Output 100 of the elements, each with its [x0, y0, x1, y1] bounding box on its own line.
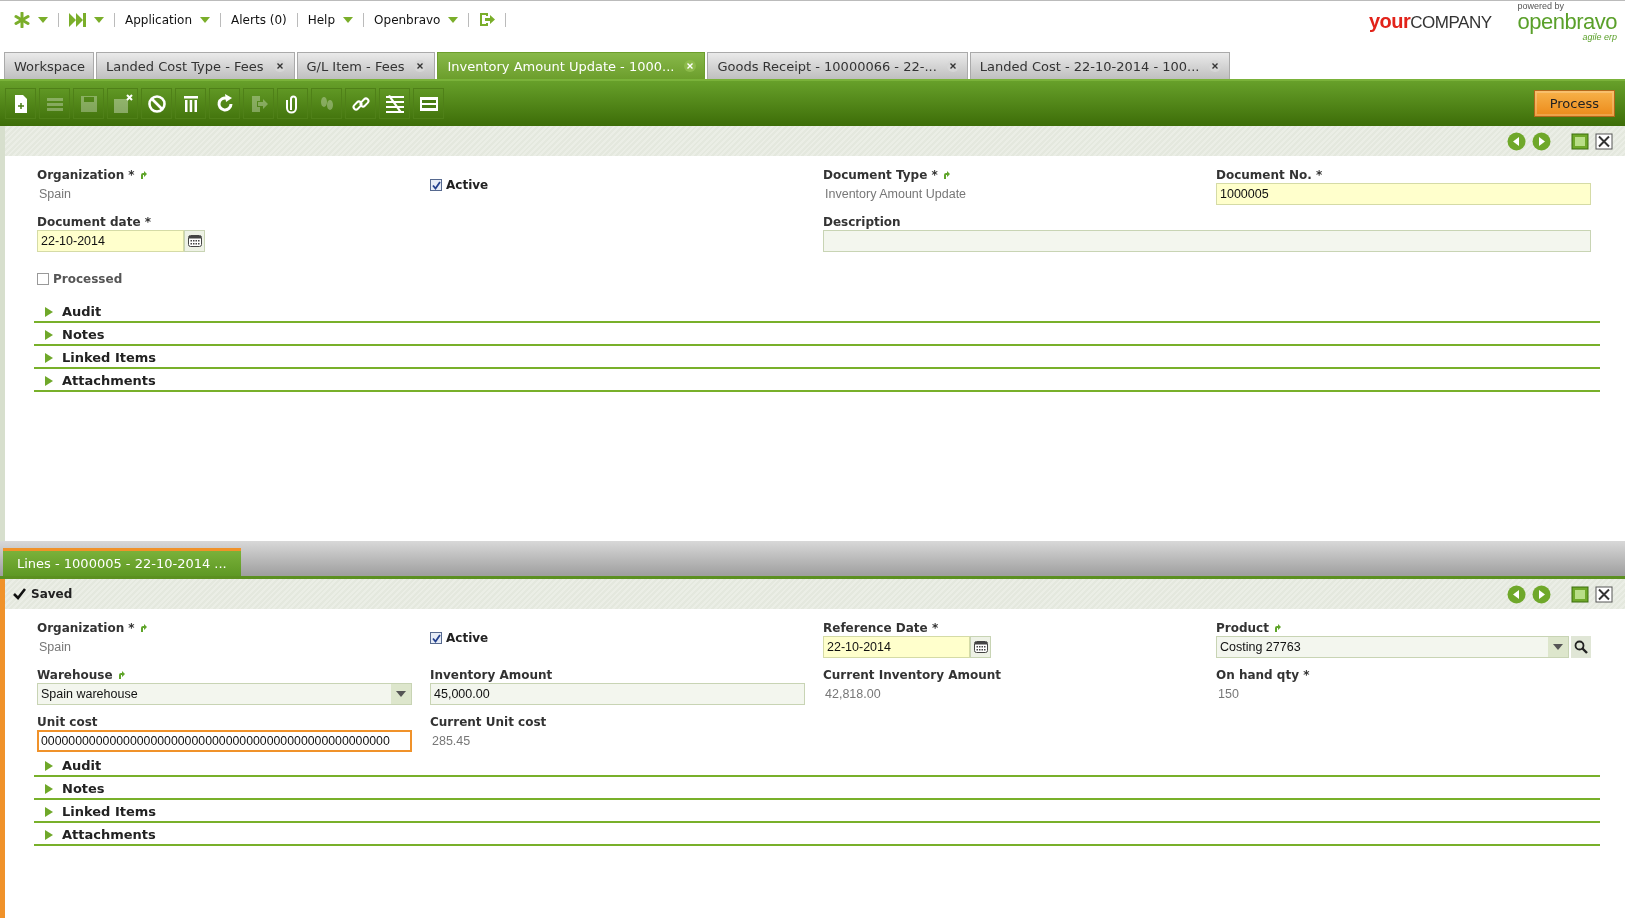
input-field[interactable]: 1000005: [1216, 183, 1591, 205]
checkbox[interactable]: [430, 632, 442, 644]
field-label: Current Unit cost: [430, 714, 547, 729]
section-header[interactable]: Linked Items: [34, 347, 1600, 369]
field-label: Product: [1216, 620, 1269, 635]
tools-button[interactable]: [379, 88, 410, 119]
field-label: Description: [823, 214, 901, 229]
field-value: 150: [1217, 686, 1240, 703]
tab-label: Inventory Amount Update - 1000...: [447, 58, 675, 74]
tab-label: Landed Cost - 22-10-2014 - 100...: [979, 58, 1200, 74]
close-icon[interactable]: [1209, 60, 1222, 72]
caret-icon[interactable]: [343, 16, 354, 23]
menu-item[interactable]: Help: [307, 12, 336, 27]
field-label: Document date *: [37, 214, 151, 229]
tab-label: G/L Item - Fees: [306, 58, 405, 74]
window-tab[interactable]: Goods Receipt - 10000066 - 22-...: [707, 52, 968, 79]
calendar-button[interactable]: [184, 230, 205, 252]
logout-icon[interactable]: [479, 12, 496, 27]
undo-button[interactable]: [141, 88, 172, 119]
asterisk-icon[interactable]: [14, 11, 30, 28]
expand-arrow-icon: [45, 352, 53, 363]
search-button[interactable]: [1571, 636, 1591, 658]
caret-icon[interactable]: [94, 16, 104, 23]
close-icon[interactable]: [273, 60, 286, 72]
field-value: Spain: [38, 639, 72, 656]
field-label: Document No. *: [1216, 167, 1323, 182]
section-header[interactable]: Audit: [34, 301, 1600, 323]
select-field[interactable]: Costing 27763: [1216, 636, 1569, 658]
checkbox[interactable]: [37, 273, 49, 285]
link-arrow-icon[interactable]: [139, 170, 147, 179]
caret-icon[interactable]: [38, 16, 48, 23]
field-value: 42,818.00: [824, 686, 882, 703]
link-arrow-icon[interactable]: [139, 623, 147, 632]
window-tab[interactable]: Landed Cost Type - Fees: [96, 52, 295, 79]
window-tab[interactable]: G/L Item - Fees: [296, 52, 436, 79]
logo-tagline: agile erp: [1582, 32, 1617, 42]
logo-caption: powered by: [1517, 1, 1566, 11]
section-header[interactable]: Attachments: [34, 824, 1600, 846]
new-button[interactable]: [5, 88, 36, 119]
field-label: On hand qty *: [1216, 667, 1310, 682]
delete-button[interactable]: [175, 88, 206, 119]
maximize-icon[interactable]: [1571, 585, 1589, 603]
section-header[interactable]: Notes: [34, 324, 1600, 346]
field-label: Current Inventory Amount: [823, 667, 1002, 682]
calendar-button[interactable]: [970, 636, 991, 658]
checkbox-label: Processed: [53, 272, 123, 286]
vendor-logo: openbravo: [1517, 10, 1617, 33]
date-field[interactable]: 22-10-2014: [37, 230, 184, 252]
link-button[interactable]: [345, 88, 376, 119]
close-icon[interactable]: [1595, 585, 1613, 603]
link-arrow-icon[interactable]: [942, 170, 950, 179]
status-message: Saved: [31, 587, 73, 601]
link-arrow-icon[interactable]: [117, 670, 125, 679]
expand-arrow-icon: [45, 829, 53, 840]
date-field[interactable]: 22-10-2014: [823, 636, 970, 658]
field-value: 285.45: [431, 733, 472, 750]
checkbox[interactable]: [430, 179, 442, 191]
input-field[interactable]: 000000000000000000000000000000000000000000000000000: [37, 730, 412, 752]
tab-label: Goods Receipt - 10000066 - 22-...: [717, 58, 937, 74]
input-field[interactable]: 45,000.00: [430, 683, 805, 705]
select-field[interactable]: Spain warehouse: [37, 683, 412, 705]
expand-arrow-icon: [45, 329, 53, 340]
menu-item[interactable]: Application: [125, 12, 193, 27]
menu-item[interactable]: Alerts (0): [231, 12, 287, 27]
caret-icon: [396, 691, 406, 697]
description-field[interactable]: [823, 230, 1591, 252]
close-icon[interactable]: [1595, 132, 1613, 150]
close-icon[interactable]: [414, 60, 427, 72]
caret-icon[interactable]: [200, 16, 211, 23]
link-arrow-icon[interactable]: [1273, 623, 1281, 632]
refresh-button[interactable]: [209, 88, 240, 119]
company-logo: yourCOMPANY: [1368, 10, 1492, 33]
section-header[interactable]: Notes: [34, 778, 1600, 800]
attach-button[interactable]: [277, 88, 308, 119]
expand-arrow-icon: [45, 306, 53, 317]
caret-icon[interactable]: [448, 16, 459, 23]
fast-forward-icon[interactable]: [69, 12, 86, 27]
checkbox-label: Active: [446, 178, 489, 192]
next-icon[interactable]: [1532, 584, 1551, 604]
next-icon[interactable]: [1532, 131, 1551, 151]
section-header[interactable]: Audit: [34, 755, 1600, 777]
window-tab[interactable]: Workspace: [4, 52, 95, 79]
field-value: Inventory Amount Update: [824, 186, 968, 203]
menu-item[interactable]: Openbravo: [374, 12, 441, 27]
toggle-button[interactable]: [413, 88, 444, 119]
field-label: Reference Date *: [823, 620, 939, 635]
previous-icon[interactable]: [1507, 584, 1526, 604]
section-header[interactable]: Linked Items: [34, 801, 1600, 823]
caret-icon: [1553, 644, 1563, 650]
field-label: Organization *: [37, 167, 135, 182]
save-close-button[interactable]: [107, 88, 138, 119]
expand-arrow-icon: [45, 375, 53, 386]
save-close-icon: [112, 93, 133, 114]
previous-icon[interactable]: [1507, 131, 1526, 151]
close-icon[interactable]: [946, 60, 959, 72]
maximize-icon[interactable]: [1571, 132, 1589, 150]
section-header[interactable]: Attachments: [34, 370, 1600, 392]
process-button[interactable]: Process: [1533, 90, 1615, 117]
field-label: Unit cost: [37, 714, 98, 729]
window-tab[interactable]: Landed Cost - 22-10-2014 - 100...: [969, 52, 1231, 79]
